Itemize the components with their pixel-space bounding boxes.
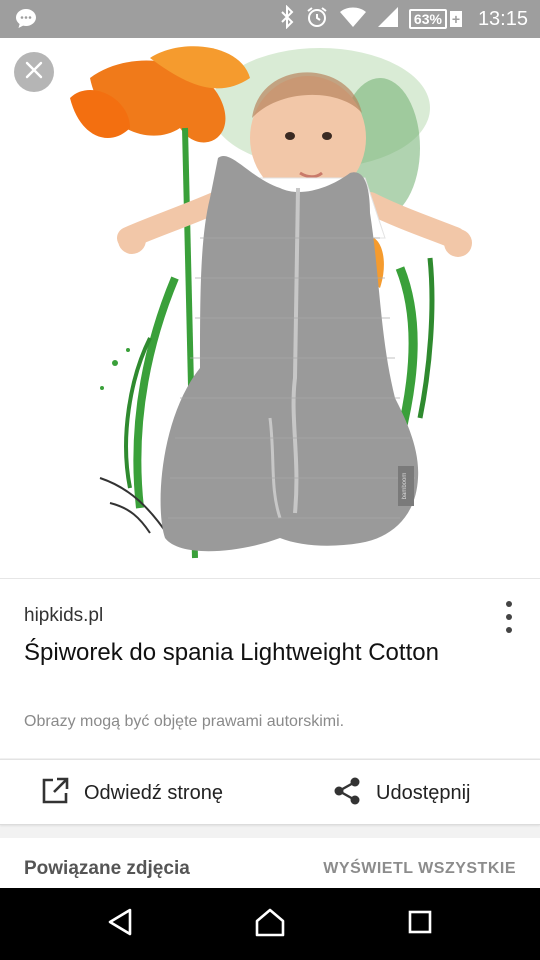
open-in-new-icon [40,776,70,811]
battery-indicator: 63% + [408,9,462,29]
status-bar: 63% + 13:15 [0,0,540,38]
result-title[interactable]: Śpiworek do spania Lightweight Cotton [24,635,464,671]
result-info-card: hipkids.pl Śpiworek do spania Lightweigh… [0,578,540,758]
visit-site-button[interactable]: Odwiedź stronę [40,760,223,826]
battery-percent: 63% [408,9,447,29]
clock: 13:15 [477,7,528,30]
home-icon [254,907,286,942]
view-all-button[interactable]: WYŚWIETL WSZYSTKIE [323,860,516,878]
chat-bubble-icon [14,7,38,36]
visit-site-label: Odwiedź stronę [84,781,223,804]
wifi-icon [339,6,367,33]
share-label: Udostępnij [376,781,471,804]
signal-icon [377,6,399,33]
recents-icon [407,909,433,940]
more-vert-icon [506,601,512,607]
copyright-notice: Obrazy mogą być objęte prawami autorskim… [24,713,345,730]
brand-tag: bamboom [402,473,408,500]
product-photo: bamboom [70,46,472,559]
bluetooth-icon [279,4,295,34]
share-icon [332,776,362,811]
alarm-icon [305,5,329,34]
charging-icon: + [449,11,462,27]
more-options-button[interactable] [504,601,514,633]
source-domain[interactable]: hipkids.pl [24,605,103,627]
home-button[interactable] [250,906,290,942]
back-icon [106,907,134,942]
navigation-bar [0,888,540,960]
related-images-title: Powiązane zdjęcia [24,858,190,879]
action-bar: Odwiedź stronę Udostępnij [0,759,540,825]
close-icon [24,60,44,85]
related-images-header: Powiązane zdjęcia WYŚWIETL WSZYSTKIE [0,838,540,888]
recents-button[interactable] [400,906,440,942]
close-button[interactable] [14,52,54,92]
back-button[interactable] [100,906,140,942]
image-preview[interactable]: bamboom [0,38,540,578]
screen: 63% + 13:15 bamboom hipkids.pl Śpiworek … [0,0,540,960]
share-button[interactable]: Udostępnij [332,760,471,826]
